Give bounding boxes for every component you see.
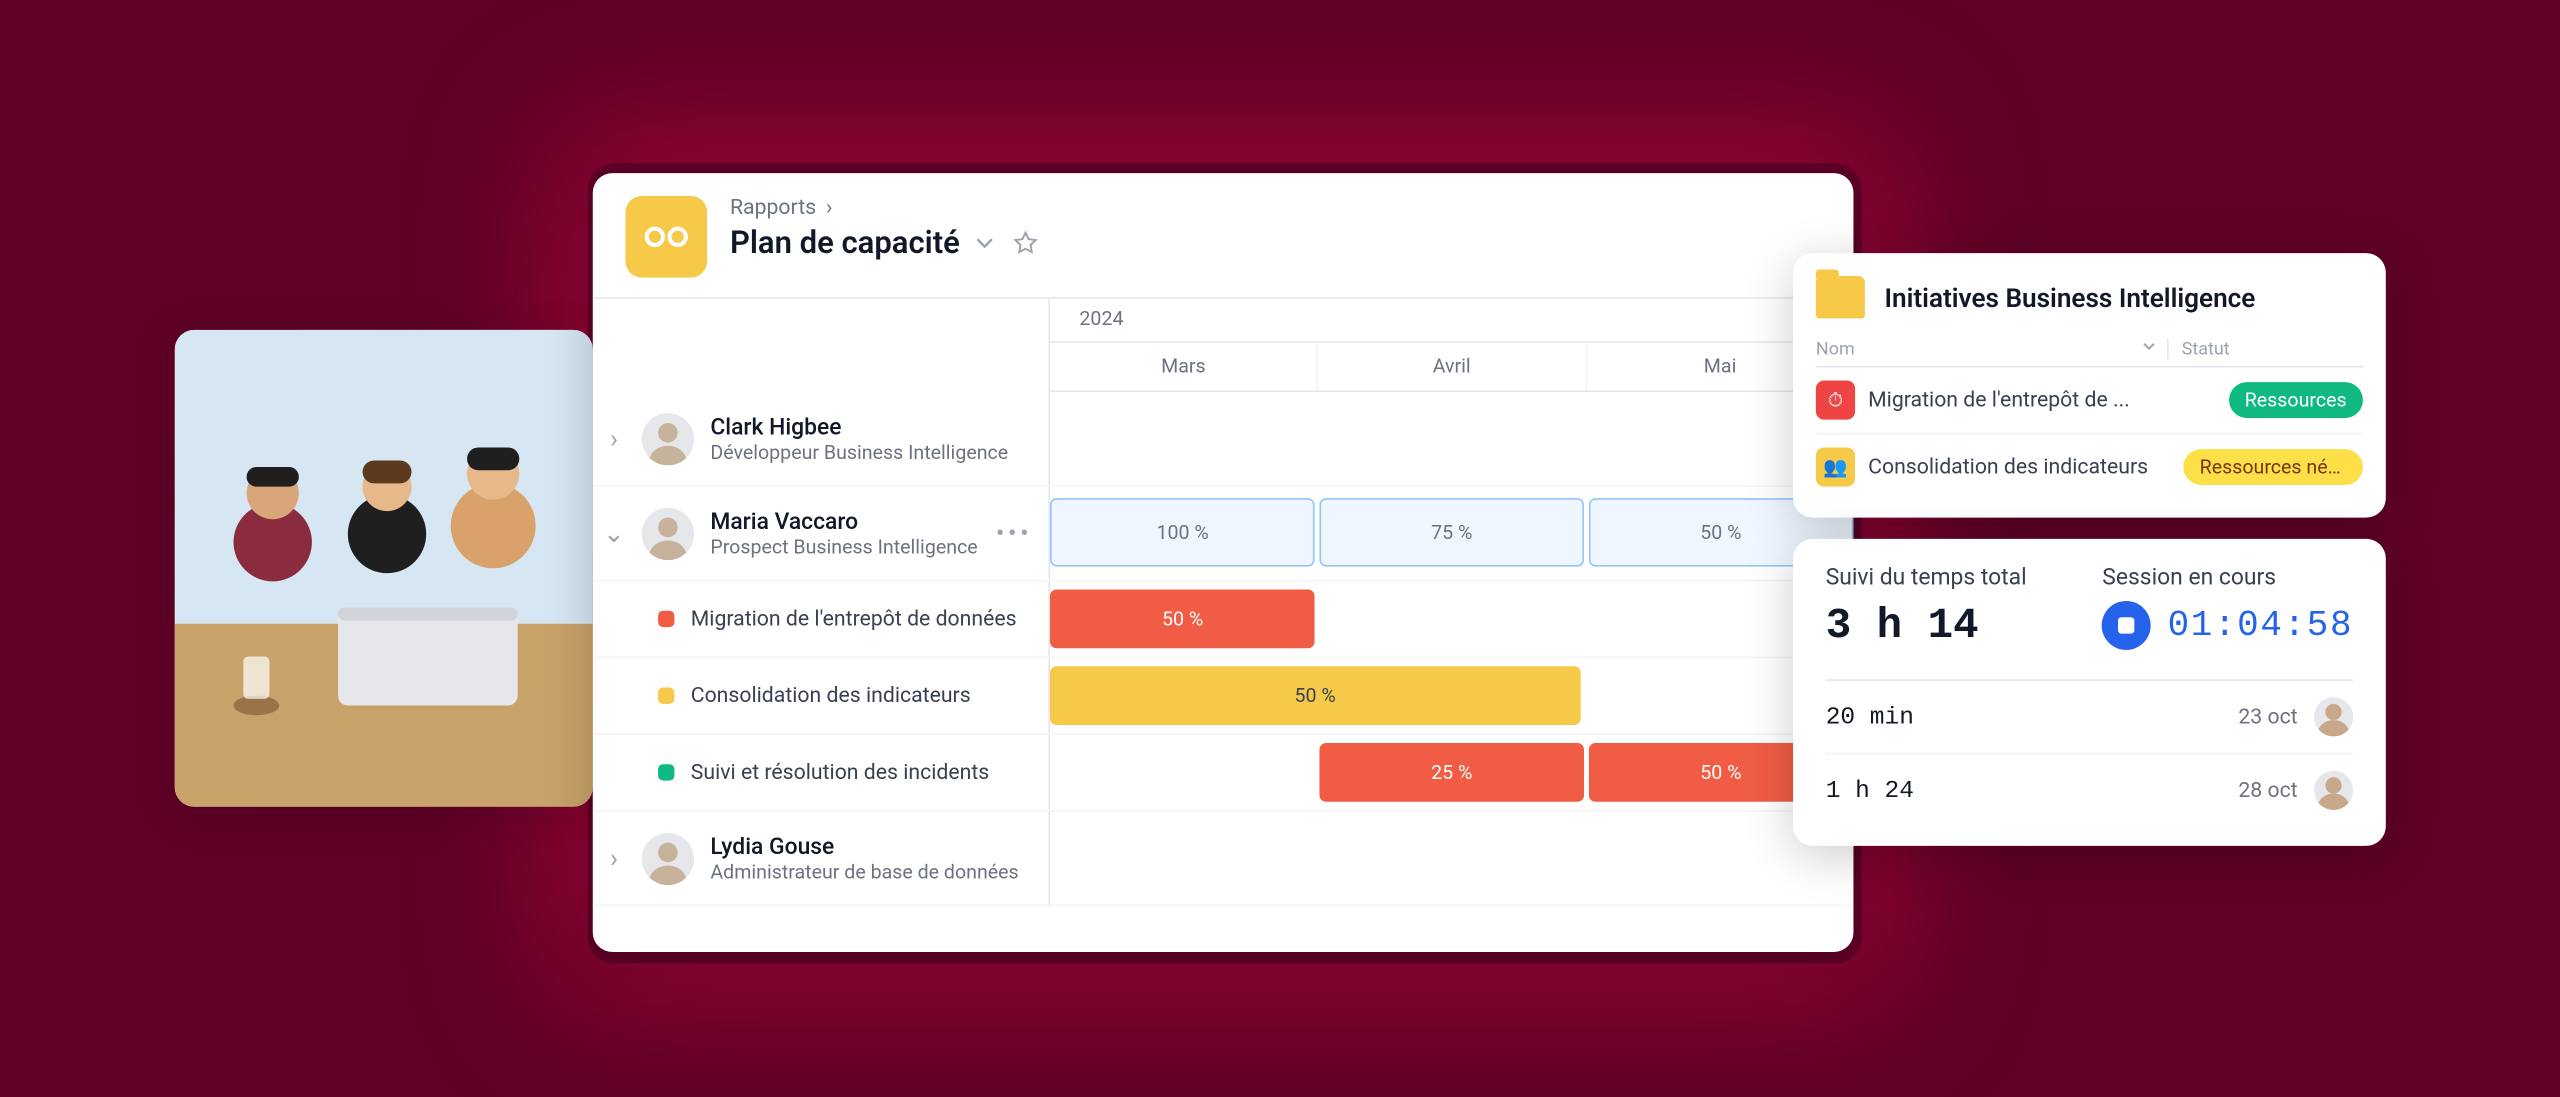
allocation-bar[interactable]: 100 % xyxy=(1050,498,1315,567)
person-role: Développeur Business Intelligence xyxy=(710,440,1008,463)
person-name: Maria Vaccaro xyxy=(710,509,977,535)
status-badge: Ressources xyxy=(2228,382,2363,418)
row-name: Consolidation des indicateurs xyxy=(1868,455,2183,479)
task-name[interactable]: Suivi et résolution des incidents xyxy=(593,735,1050,810)
avatar xyxy=(642,412,694,464)
task-bar[interactable]: 25 % xyxy=(1319,743,1584,802)
time-entry[interactable]: 1 h 24 28 oct xyxy=(1826,754,2353,826)
app-icon xyxy=(625,196,707,278)
task-bar[interactable]: 50 % xyxy=(1050,590,1315,649)
status-dot xyxy=(658,764,674,780)
chevron-down-icon[interactable] xyxy=(973,229,999,255)
table-row[interactable]: ⏱ Migration de l'entrepôt de ... Ressour… xyxy=(1816,367,2363,434)
person-name: Clark Higbee xyxy=(710,414,1008,440)
initiatives-title: Initiatives Business Intelligence xyxy=(1884,282,2255,313)
expand-toggle[interactable]: › xyxy=(603,843,626,874)
person-name: Lydia Gouse xyxy=(710,834,1018,860)
month-header: Avril xyxy=(1318,343,1586,390)
allocation-bar[interactable]: 75 % xyxy=(1319,498,1584,567)
timeline-year: 2024 xyxy=(1050,299,1853,343)
avatar xyxy=(2314,697,2353,736)
capacity-plan-card: Rapports › Plan de capacité xyxy=(593,173,1854,952)
entry-duration: 1 h 24 xyxy=(1826,776,1914,804)
time-entry[interactable]: 20 min 23 oct xyxy=(1826,681,2353,754)
row-type-icon: ⏱ xyxy=(1816,380,1855,419)
avatar xyxy=(642,507,694,559)
row-name: Migration de l'entrepôt de ... xyxy=(1868,388,2228,412)
total-time-value: 3 h 14 xyxy=(1826,601,2027,650)
avatar xyxy=(642,832,694,884)
entry-date: 28 oct xyxy=(2238,778,2297,802)
task-bar[interactable]: 50 % xyxy=(1050,666,1580,725)
entry-date: 23 oct xyxy=(2238,705,2297,729)
total-time-label: Suivi du temps total xyxy=(1826,565,2027,591)
status-dot xyxy=(658,611,674,627)
breadcrumb[interactable]: Rapports › xyxy=(730,196,1038,220)
time-tracking-card: Suivi du temps total 3 h 14 Session en c… xyxy=(1793,539,2386,846)
row-type-icon: 👥 xyxy=(1816,447,1855,486)
session-label: Session en cours xyxy=(2102,565,2353,591)
initiatives-card: Initiatives Business Intelligence Nom St… xyxy=(1793,253,2386,518)
expand-toggle[interactable]: › xyxy=(603,423,626,454)
status-dot xyxy=(658,687,674,703)
stop-button[interactable] xyxy=(2102,601,2151,650)
month-header: Mars xyxy=(1050,343,1318,390)
person-role: Administrateur de base de données xyxy=(710,860,1018,883)
avatar xyxy=(2314,771,2353,810)
column-header-status[interactable]: Statut xyxy=(2167,338,2363,359)
star-icon[interactable] xyxy=(1012,229,1038,255)
column-header-name[interactable]: Nom xyxy=(1816,338,2167,359)
person-role: Prospect Business Intelligence xyxy=(710,535,977,558)
chevron-right-icon: › xyxy=(826,196,832,220)
session-time-value: 01:04:58 xyxy=(2168,605,2354,646)
more-options-button[interactable]: ••• xyxy=(996,518,1032,549)
task-name[interactable]: Migration de l'entrepôt de données xyxy=(593,581,1050,656)
chevron-down-icon xyxy=(2141,338,2157,359)
task-name[interactable]: Consolidation des indicateurs xyxy=(593,658,1050,733)
page-title: Plan de capacité xyxy=(730,224,960,262)
expand-toggle[interactable]: ⌄ xyxy=(603,518,626,549)
team-photo xyxy=(175,330,593,807)
status-badge: Ressources néce... xyxy=(2183,449,2363,485)
folder-icon xyxy=(1816,276,1865,318)
table-row[interactable]: 👥 Consolidation des indicateurs Ressourc… xyxy=(1816,434,2363,499)
entry-duration: 20 min xyxy=(1826,703,1914,731)
